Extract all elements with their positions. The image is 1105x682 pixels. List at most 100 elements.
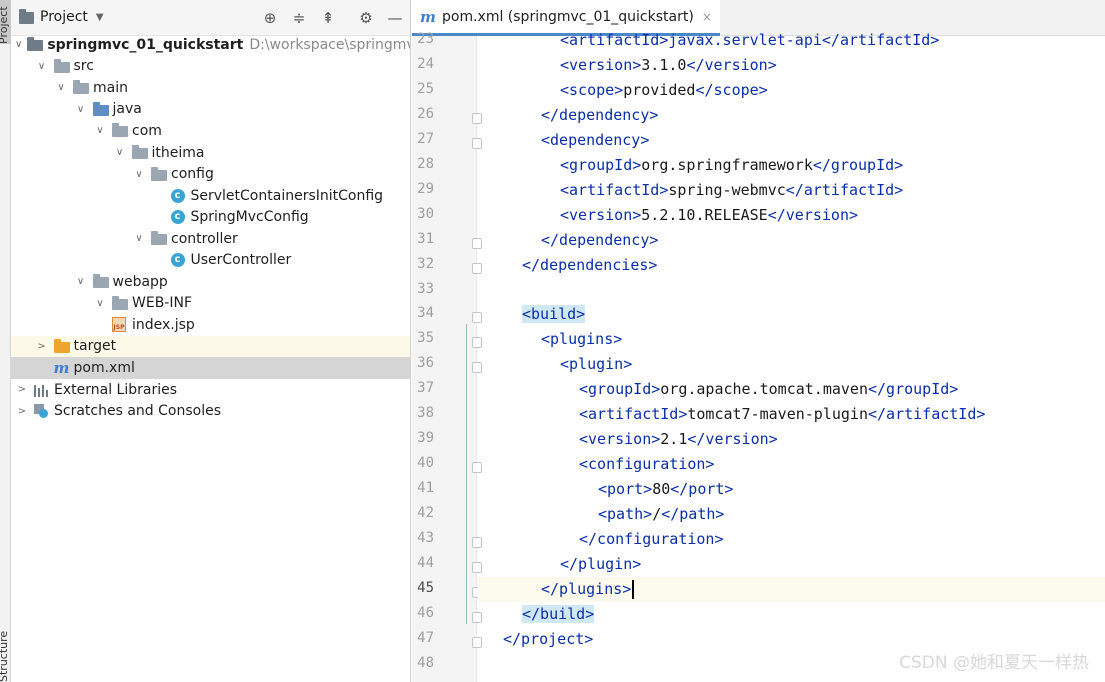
tree-item[interactable]: c UserController xyxy=(11,250,410,272)
java-class-icon: c xyxy=(170,210,185,225)
chevron-down-icon[interactable]: ∨ xyxy=(15,39,22,50)
tree-item[interactable]: ∨ WEB-INF xyxy=(11,293,410,315)
tree-item[interactable]: ∨ itheima xyxy=(11,142,410,164)
tree-item-label: pom.xml xyxy=(73,360,135,376)
line-number: 37 xyxy=(417,380,434,397)
tree-item[interactable]: c SpringMvcConfig xyxy=(11,206,410,228)
chevron-right-icon[interactable]: > xyxy=(15,384,29,395)
xml-tag: <configuration> xyxy=(579,455,715,474)
xml-text: 5.2.10.RELEASE xyxy=(641,205,768,224)
xml-tag: <artifactId> xyxy=(560,180,669,199)
chevron-right-icon[interactable]: > xyxy=(15,406,29,417)
package-icon xyxy=(131,145,148,159)
expand-all-icon[interactable]: ≑ xyxy=(291,10,307,26)
code-area[interactable]: <artifactId>javax.servlet-api</artifactI… xyxy=(466,31,1105,682)
xml-tag: </scope> xyxy=(695,80,768,99)
tree-item[interactable]: ∨ controller xyxy=(11,228,410,250)
line-number: 43 xyxy=(417,530,434,546)
tree-item-label: External Libraries xyxy=(54,381,177,398)
line-number: 33 xyxy=(417,280,434,297)
tree-item[interactable]: c ServletContainersInitConfig xyxy=(11,185,410,207)
project-view-selector[interactable]: Project ▼ xyxy=(19,9,104,25)
minimize-icon[interactable]: — xyxy=(387,10,403,26)
line-number: 36 xyxy=(417,355,434,372)
tree-item-label: webapp xyxy=(112,273,168,290)
tree-item[interactable]: ∨ src xyxy=(11,56,410,78)
xml-tag: </version> xyxy=(767,205,859,224)
code-line: <artifactId>javax.servlet-api</artifactI… xyxy=(478,28,1105,53)
chevron-down-icon[interactable]: ∨ xyxy=(113,147,127,158)
chevron-down-icon: ▼ xyxy=(95,11,104,23)
tree-item[interactable]: m pom.xml xyxy=(11,357,410,379)
java-class-icon: c xyxy=(170,188,185,203)
tree-item-label: index.jsp xyxy=(132,316,195,333)
code-line: <plugins> xyxy=(478,327,1105,352)
watermark: CSDN @她和夏天一样热 xyxy=(899,653,1089,673)
tree-item-label: target xyxy=(73,338,117,355)
tree-item[interactable]: ∨ webapp xyxy=(11,271,410,293)
chevron-down-icon[interactable]: ∨ xyxy=(54,82,68,93)
xml-tag: <port> xyxy=(598,480,653,499)
chevron-down-icon[interactable]: ∨ xyxy=(132,233,146,244)
xml-tag: <scope> xyxy=(560,80,624,99)
chevron-down-icon[interactable]: ∨ xyxy=(93,125,107,136)
line-number: 39 xyxy=(417,430,434,447)
chevron-down-icon[interactable]: ∨ xyxy=(93,298,107,309)
chevron-down-icon[interactable]: ∨ xyxy=(132,169,146,180)
code-line: <version>3.1.0</version> xyxy=(478,53,1105,78)
close-icon[interactable]: × xyxy=(702,10,712,24)
xml-tag: </project> xyxy=(503,629,594,648)
source-folder-icon xyxy=(92,101,109,116)
xml-text: org.apache.tomcat.maven xyxy=(660,380,868,399)
code-line: <artifactId>spring-webmvc</artifactId> xyxy=(478,178,1105,203)
xml-tag: </groupId> xyxy=(868,380,959,399)
libraries-icon xyxy=(34,383,50,397)
line-number-gutter[interactable]: 23 24 25 26 27 28 29 30 31 32 33 34 35 36 37 38 39 40 41 42… xyxy=(412,31,501,682)
code-line: <scope>provided</scope> xyxy=(478,78,1105,103)
code-line: <version>5.2.10.RELEASE</version> xyxy=(478,203,1105,228)
code-line: <dependency> xyxy=(478,128,1105,153)
tree-item-label: UserController xyxy=(190,252,292,269)
xml-tag: </dependency> xyxy=(541,105,659,124)
project-panel-title: Project xyxy=(40,9,88,25)
tree-item-label: springmvc_01_quickstart xyxy=(47,36,244,53)
line-number: 31 xyxy=(417,230,434,247)
tree-item[interactable]: ∨ java xyxy=(11,99,410,121)
text-caret xyxy=(632,579,635,599)
project-icon xyxy=(19,9,34,24)
chevron-right-icon[interactable]: > xyxy=(35,341,49,352)
tree-item[interactable]: ∨ springmvc_01_quickstart D:\workspace\spr… xyxy=(11,34,410,56)
xml-tag: <dependency> xyxy=(541,130,650,149)
collapse-all-icon[interactable]: ⇞ xyxy=(320,10,336,26)
folder-icon xyxy=(73,80,89,95)
tree-item-label: ServletContainersInitConfig xyxy=(190,187,384,204)
tool-window-strip: Project Structure xyxy=(0,0,13,682)
tree-item[interactable]: > Scratches and Consoles xyxy=(11,400,410,422)
package-icon xyxy=(151,231,167,246)
gear-icon[interactable]: ⚙ xyxy=(358,10,374,26)
line-number: 41 xyxy=(417,480,434,497)
jsp-file-icon: JSP xyxy=(112,317,126,333)
chevron-down-icon[interactable]: ∨ xyxy=(74,276,88,287)
xml-text: 80 xyxy=(652,480,671,499)
line-number: 38 xyxy=(417,405,434,422)
line-number: 28 xyxy=(417,155,434,172)
code-line: </dependency> xyxy=(478,228,1105,253)
xml-tag: <artifactId>javax.servlet-api</artifactI… xyxy=(560,31,940,49)
xml-text: spring-webmvc xyxy=(668,180,786,199)
tree-item[interactable]: > target xyxy=(11,335,410,358)
tree-item[interactable]: ∨ com xyxy=(11,120,410,142)
line-number: 35 xyxy=(417,330,434,347)
line-number: 23 xyxy=(417,31,434,47)
tree-item[interactable]: ∨ config xyxy=(11,163,410,185)
code-line: </plugins> xyxy=(478,576,1105,602)
tree-item[interactable]: ∨ main xyxy=(11,77,410,99)
code-line: <version>2.1</version> xyxy=(478,427,1105,452)
xml-text: / xyxy=(652,505,662,524)
tree-item[interactable]: JSP index.jsp xyxy=(11,314,410,336)
tree-item[interactable]: > External Libraries xyxy=(11,379,410,401)
crosshair-icon[interactable]: ⊕ xyxy=(262,10,278,26)
xml-tag: <groupId> xyxy=(560,155,642,174)
chevron-down-icon[interactable]: ∨ xyxy=(35,61,49,72)
chevron-down-icon[interactable]: ∨ xyxy=(74,104,88,115)
